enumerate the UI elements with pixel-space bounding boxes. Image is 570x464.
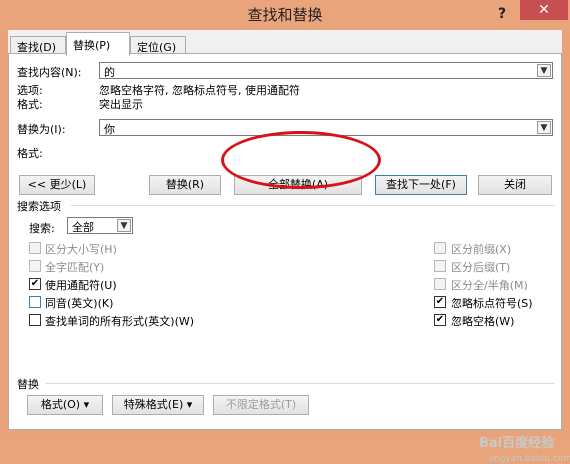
format-button[interactable]: 格式(O) ▾ [27, 395, 103, 415]
match-width-label: 区分全/半角(M) [451, 279, 528, 292]
replace-button[interactable]: 替换(R) [149, 175, 221, 195]
chevron-down-icon[interactable]: ▼ [117, 219, 131, 232]
less-button[interactable]: << 更少(L) [19, 175, 95, 195]
title-bar[interactable]: 查找和替换 ? ✕ [0, 0, 570, 30]
match-suffix-checkbox[interactable] [434, 260, 446, 272]
help-button[interactable]: ? [493, 4, 511, 24]
baidu-watermark: Bai百度经验 [479, 436, 555, 451]
match-case-label: 区分大小写(H) [45, 243, 117, 256]
find-format-label: 格式: [17, 98, 43, 111]
match-width-checkbox[interactable] [434, 278, 446, 290]
sounds-like-checkbox[interactable] [29, 296, 41, 308]
find-next-button[interactable]: 查找下一处(F) [375, 175, 467, 195]
divider [45, 383, 555, 384]
match-suffix-label: 区分后缀(T) [451, 261, 511, 274]
tab-strip: 查找(D) 替换(P) 定位(G) [8, 32, 562, 56]
close-icon: ✕ [538, 2, 550, 18]
divider [71, 205, 555, 206]
replace-label: 替换为(I): [17, 123, 66, 136]
wildcards-checkbox[interactable]: ✔ [29, 278, 41, 290]
replace-panel: 查找内容(N): 的 ▼ 选项: 忽略空格字符, 忽略标点符号, 使用通配符 格… [8, 53, 570, 464]
checkmark-icon: ✔ [435, 296, 445, 307]
tab-replace[interactable]: 替换(P) [66, 32, 130, 56]
word-forms-label: 查找单词的所有形式(英文)(W) [45, 315, 195, 328]
whole-word-checkbox[interactable] [29, 260, 41, 272]
dialog-window: 查找和替换 ? ✕ 查找(D) 替换(P) 定位(G) 查找内容(N): 的 ▼… [0, 0, 570, 464]
dialog-client: 查找(D) 替换(P) 定位(G) 查找内容(N): 的 ▼ 选项: 忽略空格字… [8, 30, 570, 464]
replace-input-value: 你 [104, 123, 115, 136]
chevron-down-icon[interactable]: ▼ [537, 64, 551, 77]
find-input[interactable]: 的 ▼ [99, 62, 553, 79]
replace-section-heading: 替换 [17, 378, 39, 391]
checkmark-icon: ✔ [30, 278, 40, 289]
find-input-value: 的 [104, 66, 115, 79]
close-button[interactable]: 关闭 [478, 175, 552, 195]
match-prefix-label: 区分前缀(X) [451, 243, 512, 256]
no-format-button[interactable]: 不限定格式(T) [213, 395, 309, 415]
search-scope-value: 全部 [72, 221, 94, 234]
dialog-title: 查找和替换 [247, 6, 323, 24]
close-window-button[interactable]: ✕ [520, 0, 568, 20]
whole-word-label: 全字匹配(Y) [45, 261, 105, 274]
replace-format-label: 格式: [17, 147, 43, 160]
baidu-watermark-url: jingyan.baidu.com [489, 454, 570, 464]
ignore-space-label: 忽略空格(W) [451, 315, 515, 328]
find-format-value: 突出显示 [99, 98, 143, 111]
wildcards-label: 使用通配符(U) [45, 279, 117, 292]
word-forms-checkbox[interactable] [29, 314, 41, 326]
ignore-space-checkbox[interactable]: ✔ [434, 314, 446, 326]
match-case-checkbox[interactable] [29, 242, 41, 254]
checkmark-icon: ✔ [435, 314, 445, 325]
match-prefix-checkbox[interactable] [434, 242, 446, 254]
sounds-like-label: 同音(英文)(K) [45, 297, 114, 310]
ignore-punct-label: 忽略标点符号(S) [451, 297, 533, 310]
ignore-punct-checkbox[interactable]: ✔ [434, 296, 446, 308]
special-format-button[interactable]: 特殊格式(E) ▾ [112, 395, 204, 415]
find-label: 查找内容(N): [17, 66, 82, 79]
search-options-heading: 搜索选项 [17, 200, 61, 213]
search-scope-select[interactable]: 全部 ▼ [67, 217, 133, 234]
replace-all-button[interactable]: 全部替换(A) [234, 175, 362, 195]
replace-input[interactable]: 你 ▼ [99, 119, 553, 136]
search-scope-label: 搜索: [29, 222, 55, 235]
chevron-down-icon[interactable]: ▼ [537, 121, 551, 134]
